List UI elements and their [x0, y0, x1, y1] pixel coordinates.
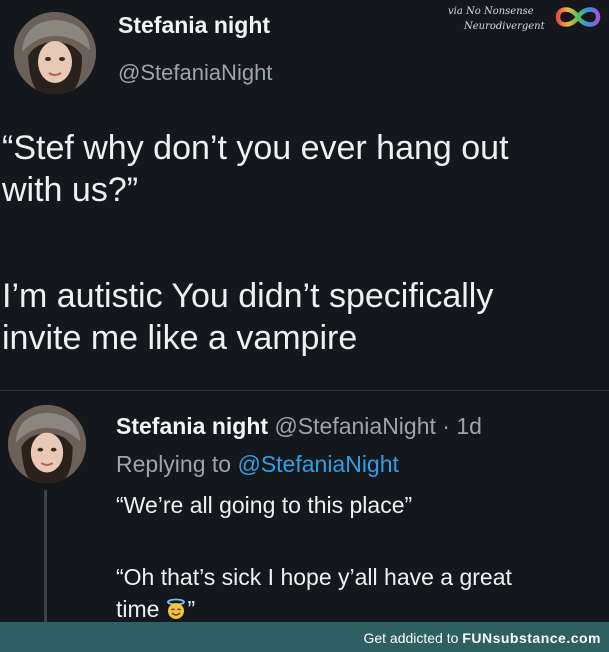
tweet-text-line: I’m autistic You didn’t specifically: [2, 277, 494, 315]
watermark-line-1: via No Nonsense: [448, 6, 534, 17]
reply-text-line: “Oh that’s sick I hope y’all have a grea…: [116, 564, 512, 590]
tweet-text-line: invite me like a vampire: [2, 319, 358, 357]
thread-line: [44, 490, 47, 630]
reply-avatar[interactable]: [8, 405, 86, 483]
avatar-photo: [8, 405, 86, 483]
infinity-rainbow-icon: [555, 7, 601, 27]
reply-header: Stefania night @StefaniaNight · 1d: [116, 413, 482, 440]
tweet-text-line: “Stef why don’t you ever hang out: [2, 129, 509, 167]
smiling-face-with-halo-icon: [167, 598, 186, 619]
reply-text-word: time: [116, 596, 160, 622]
reply-text-quote: ”: [187, 596, 196, 622]
footer-prefix: Get addicted to: [363, 630, 463, 646]
display-name[interactable]: Stefania night: [118, 12, 270, 39]
watermark-line-2: Neurodivergent: [464, 21, 545, 32]
divider: [0, 390, 609, 391]
replying-to-label: Replying to: [116, 451, 232, 477]
reply-handle-time[interactable]: @StefaniaNight · 1d: [274, 413, 481, 439]
reply-display-name[interactable]: Stefania night: [116, 413, 268, 439]
footer-text[interactable]: Get addicted to FUNsubstance.com: [363, 630, 601, 646]
footer-bar: Get addicted to FUNsubstance.com: [0, 622, 609, 652]
avatar[interactable]: [14, 12, 96, 94]
avatar-photo: [14, 12, 96, 94]
user-handle[interactable]: @StefaniaNight: [118, 60, 272, 86]
replying-to: Replying to @StefaniaNight: [116, 451, 399, 478]
replying-to-link[interactable]: @StefaniaNight: [237, 451, 398, 477]
tweet-text-line: with us?”: [2, 171, 139, 209]
reply-text-line: time ”: [116, 596, 195, 623]
reply-text-line: “We’re all going to this place”: [116, 492, 413, 518]
watermark-text: via No Nonsense Neurodivergent: [438, 4, 548, 34]
footer-brand[interactable]: FUNsubstance.com: [462, 630, 601, 646]
